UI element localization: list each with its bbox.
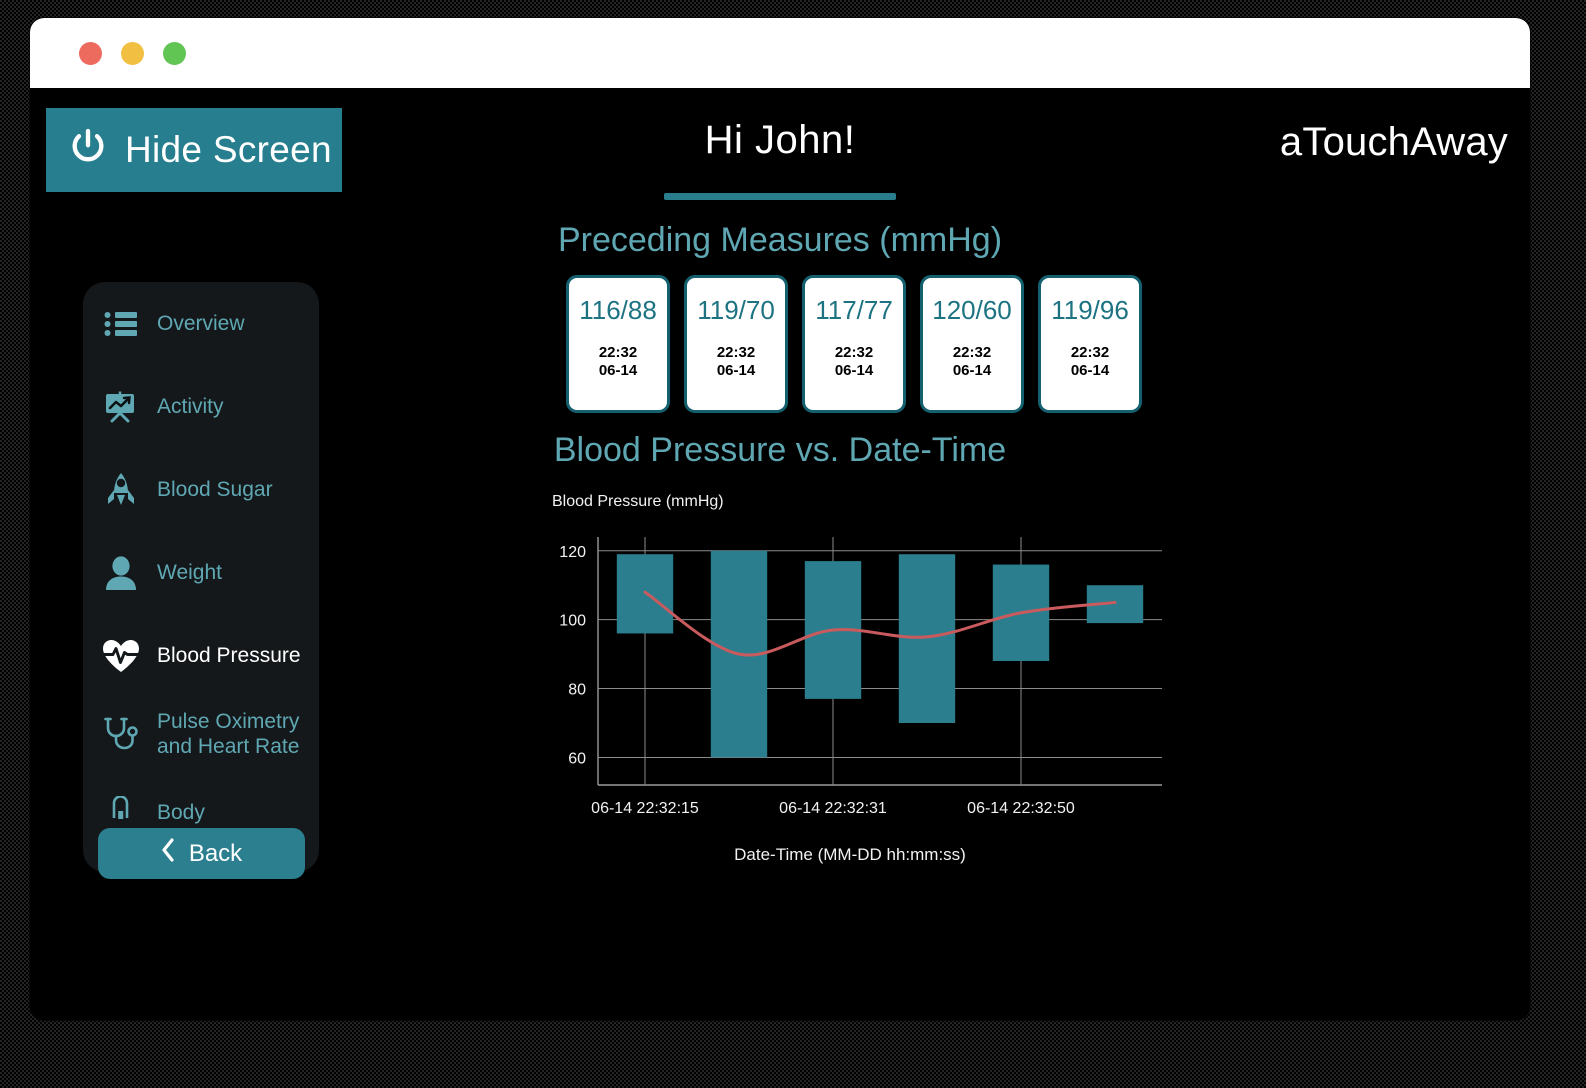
measure-timestamp: 22:32 06-14 (717, 344, 755, 380)
svg-text:60: 60 (568, 750, 586, 767)
svg-text:120: 120 (559, 544, 586, 561)
measure-value: 119/96 (1051, 296, 1129, 324)
blood-pressure-chart: Blood Pressure (mmHg) 60 80 100 120 06-14 22… (520, 493, 1180, 873)
rocket-icon (102, 471, 140, 509)
measure-card[interactable]: 117/77 22:32 06-14 (802, 275, 906, 413)
close-window-button[interactable] (79, 42, 102, 65)
app-content: Hide Screen Hi John! aTouchAway (30, 88, 1530, 1020)
thermometer-icon (102, 794, 140, 832)
heart-pulse-icon (102, 637, 140, 675)
back-button[interactable]: Back (98, 828, 305, 879)
sidebar-item-label: Overview (157, 311, 245, 336)
measure-time: 22:32 (835, 344, 873, 362)
screenshot-root: Hide Screen Hi John! aTouchAway (0, 0, 1586, 1088)
list-icon (102, 305, 140, 343)
measure-date: 06-14 (953, 362, 991, 380)
sidebar-item-pulse-oximetry[interactable]: Pulse Oximetry and Heart Rate (83, 697, 319, 771)
measure-time: 22:32 (953, 344, 991, 362)
sidebar-item-overview[interactable]: Overview (83, 282, 319, 365)
preceding-measures-list: 116/88 22:32 06-14 119/70 22:32 06-14 11… (566, 275, 1142, 413)
maximize-window-button[interactable] (163, 42, 186, 65)
measure-timestamp: 22:32 06-14 (953, 344, 991, 380)
minimize-window-button[interactable] (121, 42, 144, 65)
measure-date: 06-14 (835, 362, 873, 380)
measure-value: 116/88 (579, 296, 657, 324)
measure-card[interactable]: 119/96 22:32 06-14 (1038, 275, 1142, 413)
measure-time: 22:32 (717, 344, 755, 362)
measure-timestamp: 22:32 06-14 (599, 344, 637, 380)
measure-date: 06-14 (1071, 362, 1109, 380)
measure-timestamp: 22:32 06-14 (1071, 344, 1109, 380)
sidebar-item-label: Body (157, 800, 205, 825)
person-icon (102, 554, 140, 592)
measure-card[interactable]: 119/70 22:32 06-14 (684, 275, 788, 413)
sidebar-item-label: Blood Pressure (157, 643, 301, 668)
activity-chart-icon (102, 388, 140, 426)
measure-card[interactable]: 116/88 22:32 06-14 (566, 275, 670, 413)
sidebar-item-blood-pressure[interactable]: Blood Pressure (83, 614, 319, 697)
measure-card[interactable]: 120/60 22:32 06-14 (920, 275, 1024, 413)
svg-text:100: 100 (559, 613, 586, 630)
chart-x-axis-label: Date-Time (MM-DD hh:mm:ss) (520, 845, 1180, 865)
measure-value: 120/60 (932, 296, 1012, 324)
measure-time: 22:32 (1071, 344, 1109, 362)
chart-title: Blood Pressure vs. Date-Time (30, 431, 1530, 470)
sidebar-nav: Overview Activity (83, 282, 319, 872)
svg-text:06-14 22:32:31: 06-14 22:32:31 (779, 800, 887, 817)
sidebar-item-label: Weight (157, 560, 222, 585)
chart-y-axis-label: Blood Pressure (mmHg) (552, 493, 724, 511)
svg-text:80: 80 (568, 682, 586, 699)
measure-value: 117/77 (815, 296, 893, 324)
title-underline (664, 193, 896, 200)
browser-window: Hide Screen Hi John! aTouchAway (30, 18, 1530, 1020)
stethoscope-icon (102, 715, 140, 753)
chevron-left-icon (161, 838, 175, 869)
measure-date: 06-14 (599, 362, 637, 380)
sidebar-item-weight[interactable]: Weight (83, 531, 319, 614)
back-label: Back (189, 840, 242, 868)
measure-time: 22:32 (599, 344, 637, 362)
measure-timestamp: 22:32 06-14 (835, 344, 873, 380)
svg-text:06-14 22:32:50: 06-14 22:32:50 (967, 800, 1075, 817)
preceding-measures-title: Preceding Measures (mmHg) (30, 221, 1530, 260)
svg-text:06-14 22:32:15: 06-14 22:32:15 (591, 800, 699, 817)
window-titlebar (30, 18, 1530, 88)
measure-date: 06-14 (717, 362, 755, 380)
measure-value: 119/70 (697, 296, 775, 324)
sidebar-item-label: Activity (157, 394, 224, 419)
sidebar-item-label: Pulse Oximetry and Heart Rate (157, 709, 319, 759)
sidebar-item-label: Blood Sugar (157, 477, 273, 502)
chart-canvas: 60 80 100 120 06-14 22:32:15 06-14 22:32:31 06… (520, 515, 1180, 845)
brand-label: aTouchAway (1280, 120, 1508, 165)
